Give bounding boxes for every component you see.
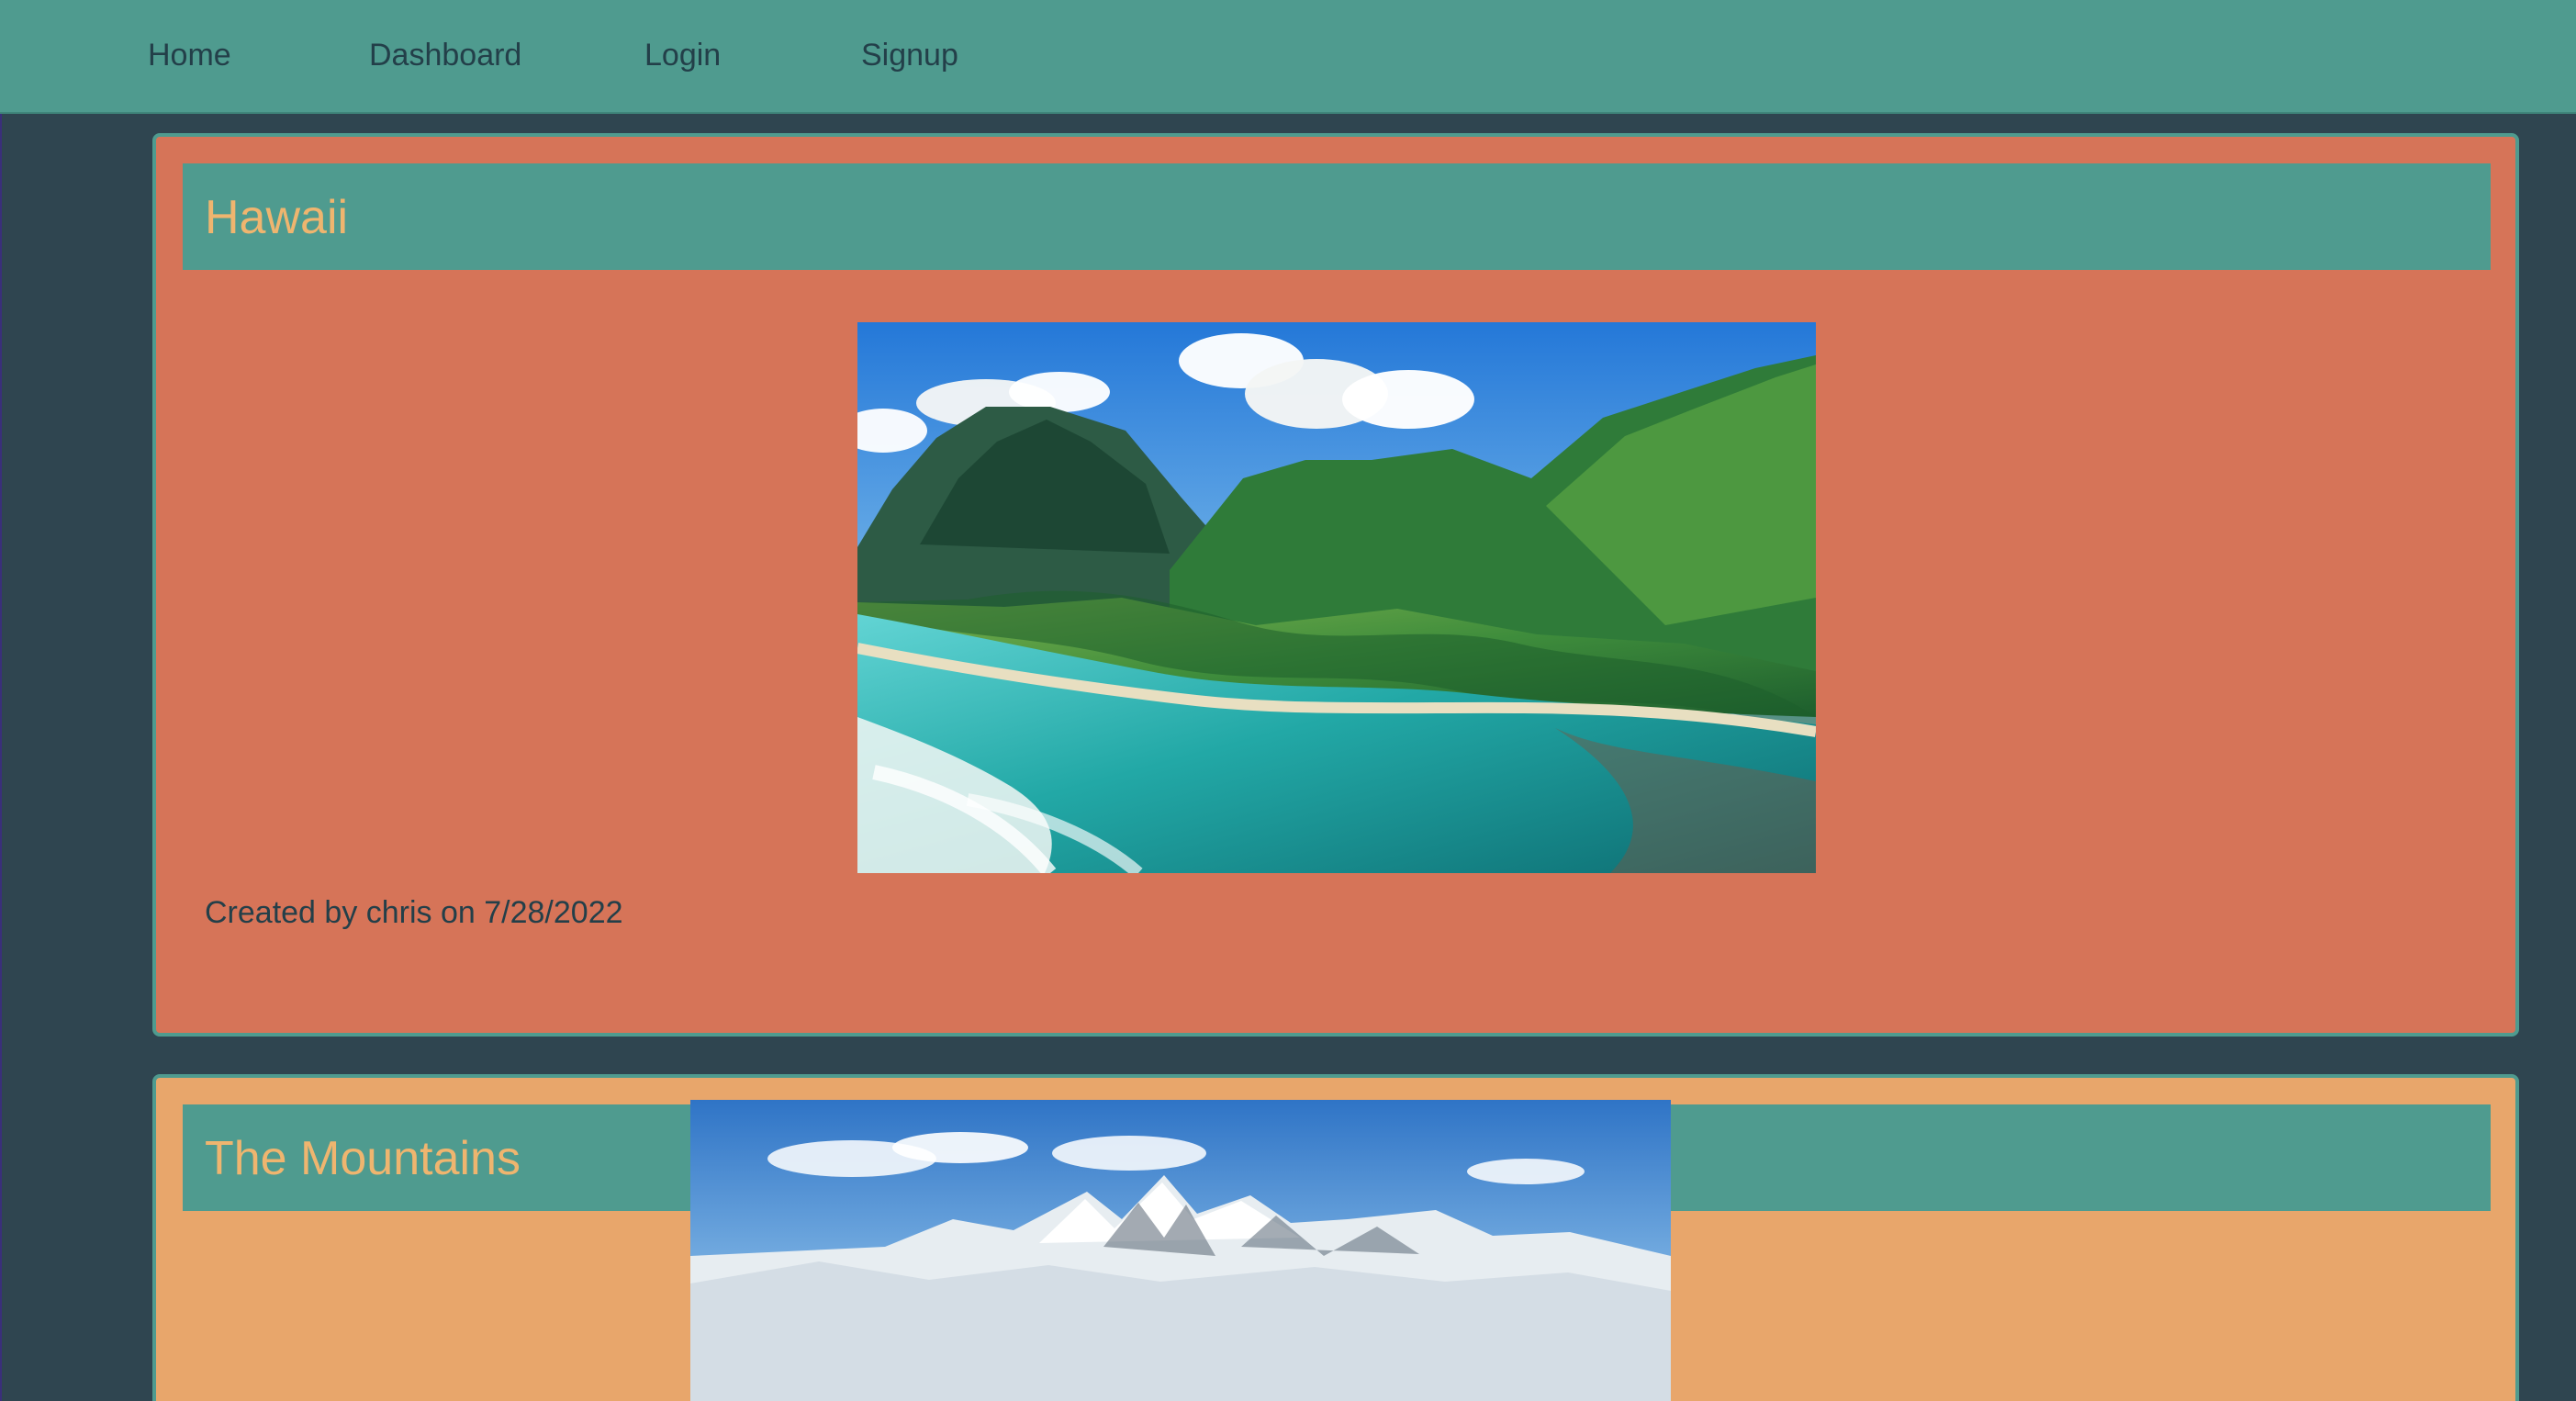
post-card-hawaii: Hawaii Created by chris on 7/28/2022 [152, 133, 2519, 1037]
page: Home Dashboard Login Signup Hawaii Creat… [0, 0, 2576, 1401]
post-title-hawaii[interactable]: Hawaii [205, 191, 348, 244]
hawaii-post-image [857, 322, 1816, 873]
post-title-the-mountains[interactable]: The Mountains [205, 1132, 521, 1185]
nav-login-link[interactable]: Login [644, 33, 721, 77]
hawaii-landscape-image [857, 322, 1816, 873]
window-edge [0, 0, 2, 1401]
nav-signup-link[interactable]: Signup [861, 33, 958, 77]
post-header-hawaii: Hawaii [183, 163, 2491, 270]
top-navigation: Home Dashboard Login Signup [0, 0, 2576, 114]
mountains-landscape-image [690, 1100, 1671, 1401]
post-meta-hawaii: Created by chris on 7/28/2022 [205, 895, 623, 930]
nav-home-link[interactable]: Home [148, 33, 231, 77]
nav-dashboard-link[interactable]: Dashboard [369, 33, 521, 77]
mountains-post-image [690, 1100, 1671, 1401]
